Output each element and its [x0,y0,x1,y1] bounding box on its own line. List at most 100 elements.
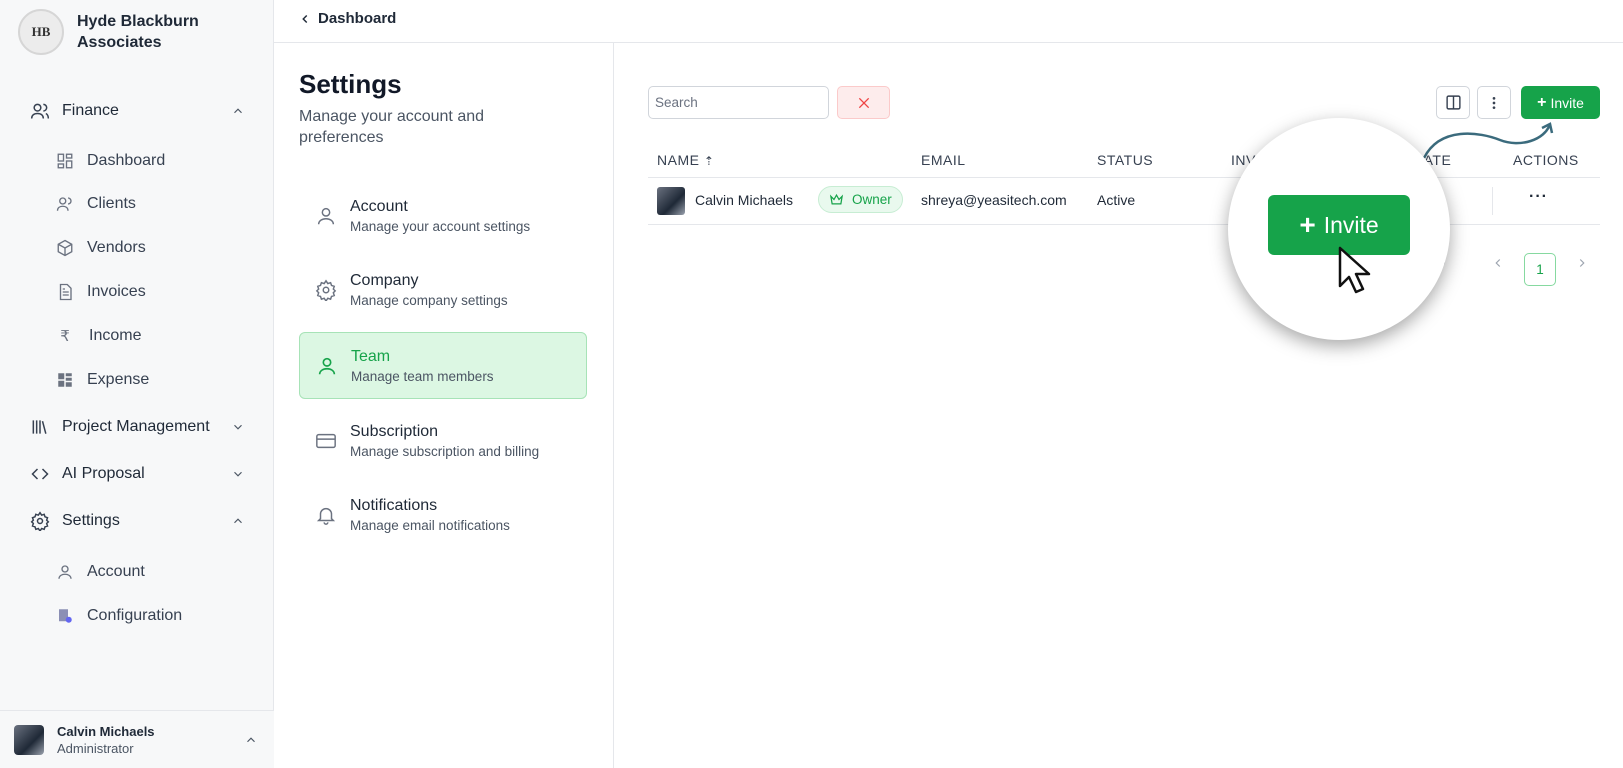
settings-menu-team[interactable]: Team Manage team members [299,332,587,399]
dashboard-icon [56,152,74,170]
close-icon [858,97,869,108]
chevron-up-icon[interactable] [231,514,245,528]
credit-card-icon [316,433,336,448]
sidebar-item-label: Vendors [87,239,146,256]
crown-icon [829,193,844,205]
member-name: Calvin Michaels [695,192,794,208]
menu-desc: Manage email notifications [350,517,510,533]
search-input[interactable] [648,86,829,119]
settings-menu-subscription[interactable]: Subscription Manage subscription and bill… [299,407,587,474]
user-icon [318,357,336,374]
owner-badge: Owner [818,186,903,213]
nav-group-finance[interactable]: Finance [30,98,245,124]
sidebar: HB Hyde Blackburn Associates Finance Das… [0,0,274,768]
sidebar-item-dashboard[interactable]: Dashboard [56,149,165,173]
brand[interactable]: HB Hyde Blackburn Associates [18,9,227,55]
users-icon [56,195,74,213]
settings-menu-notifications[interactable]: Notifications Manage email notifications [299,481,587,548]
page-subtitle: Manage your account and preferences [299,108,485,146]
column-header-email[interactable]: EMAIL [921,152,966,168]
chevron-down-icon[interactable] [231,467,245,481]
columns-toggle-button[interactable] [1436,86,1470,119]
column-header-status[interactable]: STATUS [1097,152,1153,168]
nav-group-settings[interactable]: Settings [30,508,245,534]
nav-group-label: AI Proposal [62,465,145,482]
user-icon [317,207,335,224]
columns-icon [1445,95,1461,110]
back-link[interactable]: Dashboard [298,10,396,27]
menu-title: Company [350,271,419,289]
menu-title: Team [351,347,391,365]
topbar: Dashboard [274,0,1623,43]
mouse-cursor-icon [1338,246,1371,294]
invite-label: Invite [1550,94,1584,111]
sidebar-item-invoices[interactable]: Invoices [56,280,146,304]
user-role: Administrator [57,740,134,756]
table-row[interactable]: Calvin Michaels Owner shreya@yeasitech.c… [648,178,1600,225]
user-icon [56,563,74,581]
sidebar-item-vendors[interactable]: Vendors [56,236,146,260]
settings-menu-company[interactable]: Company Manage company settings [299,256,587,323]
menu-title: Account [350,197,408,215]
chevron-right-icon[interactable] [1575,256,1589,270]
member-email: shreya@yeasitech.com [921,192,1067,208]
page-number-button[interactable]: 1 [1524,253,1556,286]
code-icon [30,464,50,484]
document-icon [56,283,74,301]
curved-arrow-icon [1422,122,1554,159]
sidebar-item-configuration[interactable]: Configuration [56,604,182,628]
user-name: Calvin Michaels [57,723,155,739]
users-icon [30,101,50,121]
brand-name: Hyde Blackburn Associates [77,13,199,51]
settings-menu: Settings Manage your account and prefere… [274,43,614,768]
chevron-up-icon[interactable] [231,104,245,118]
sidebar-item-label: Invoices [87,283,146,300]
page-title: Settings [299,69,402,99]
sidebar-item-label: Dashboard [87,152,166,169]
sidebar-item-account[interactable]: Account [56,560,145,584]
nav-group-ai-proposal[interactable]: AI Proposal [30,461,245,487]
nav-group-project-management[interactable]: Project Management [30,414,245,440]
expense-icon [56,371,74,389]
plus-icon: + [1299,209,1316,240]
chevron-left-icon[interactable] [1491,256,1505,270]
nav-group-label: Settings [62,512,120,529]
chevron-down-icon[interactable] [231,420,245,434]
clear-search-button[interactable] [837,86,890,119]
sidebar-item-label: Clients [87,195,136,212]
more-options-button[interactable] [1477,86,1511,119]
nav-group-label: Finance [62,102,119,119]
column-header-name[interactable]: NAME ⇡ [657,152,714,168]
menu-desc: Manage your account settings [350,218,531,234]
menu-title: Subscription [350,422,439,440]
menu-desc: Manage subscription and billing [350,443,540,459]
sidebar-item-label: Account [87,563,145,580]
vertical-dots-icon [1492,96,1496,109]
row-actions-button[interactable]: ··· [1529,188,1548,206]
chevron-up-icon[interactable] [244,733,258,747]
sort-asc-icon: ⇡ [703,154,715,168]
nav-group-label: Project Management [62,418,210,435]
plus-icon: + [1537,93,1547,111]
gear-icon [315,279,337,301]
rupee-icon: ₹ [60,328,70,345]
sidebar-item-label: Income [89,327,142,344]
invite-button[interactable]: + Invite [1521,86,1600,119]
gear-icon [30,511,50,531]
sidebar-item-income[interactable]: ₹ Income [56,324,141,348]
zoom-callout: + Invite [1228,118,1450,340]
avatar [14,724,44,755]
back-label: Dashboard [318,10,397,27]
sidebar-item-clients[interactable]: Clients [56,192,136,216]
box-icon [56,239,74,257]
menu-desc: Manage team members [351,368,494,384]
user-footer[interactable]: Calvin Michaels Administrator [0,710,274,768]
settings-menu-account[interactable]: Account Manage your account settings [299,182,587,249]
sidebar-item-label: Configuration [87,607,183,624]
divider [1492,187,1493,215]
sidebar-item-expense[interactable]: Expense [56,368,149,392]
invite-label: Invite [1323,211,1379,238]
member-status: Active [1097,192,1136,208]
menu-title: Notifications [350,496,438,514]
configuration-icon [56,607,74,625]
